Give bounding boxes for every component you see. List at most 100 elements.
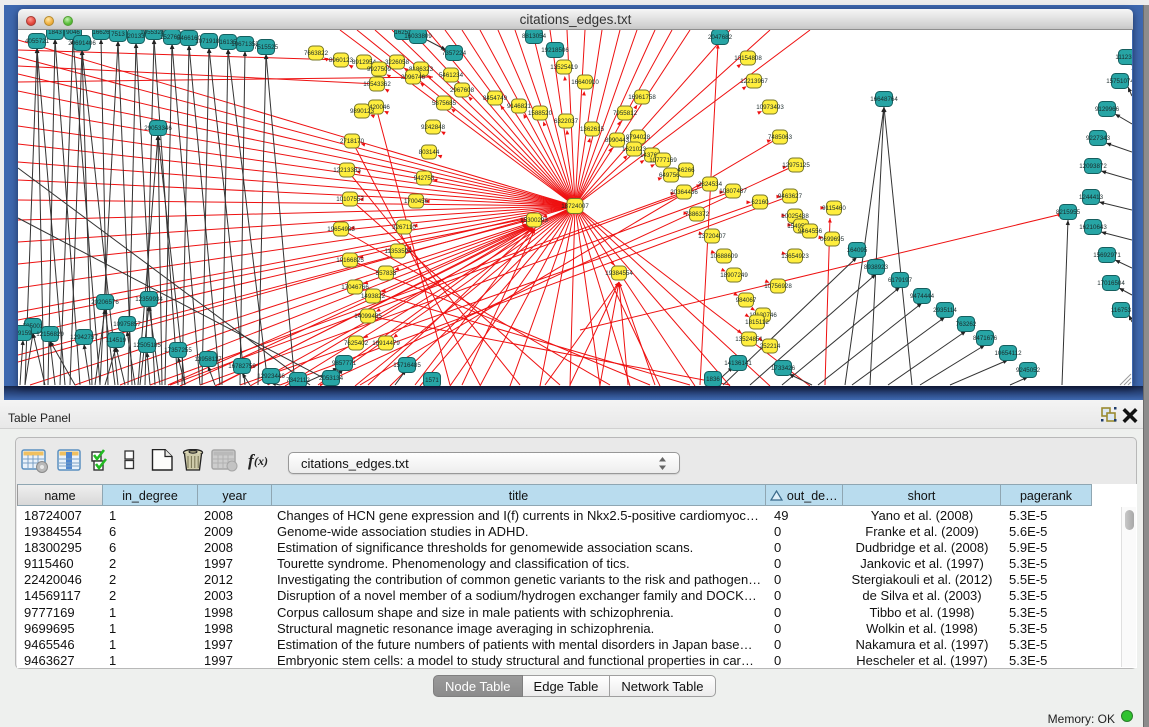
svg-text:16914479: 16914479: [372, 340, 400, 347]
svg-text:16210643: 16210643: [1079, 224, 1107, 231]
svg-text:19166825: 19166825: [336, 257, 364, 264]
svg-text:8960123: 8960123: [329, 57, 354, 64]
svg-text:9146821: 9146821: [507, 103, 532, 110]
svg-text:19384554: 19384554: [605, 270, 633, 277]
svg-text:12923446: 12923446: [257, 373, 285, 380]
svg-text:942753: 942753: [414, 175, 435, 182]
svg-text:2718170: 2718170: [340, 138, 365, 145]
svg-text:13524851: 13524851: [735, 336, 763, 343]
svg-text:252214: 252214: [760, 343, 781, 350]
svg-text:13525419: 13525419: [550, 64, 578, 71]
svg-text:20206576: 20206576: [91, 299, 119, 306]
svg-text:10688609: 10688609: [710, 253, 738, 260]
svg-text:15716485: 15716485: [393, 362, 421, 369]
svg-text:62160: 62160: [751, 199, 769, 206]
svg-text:9474444: 9474444: [910, 293, 935, 300]
svg-text:164095: 164095: [847, 247, 868, 254]
svg-text:9794028: 9794028: [626, 134, 651, 141]
svg-text:12975125: 12975125: [782, 162, 810, 169]
svg-text:7386372: 7386372: [685, 211, 710, 218]
svg-text:1843: 1843: [48, 30, 62, 36]
svg-text:1493822: 1493822: [361, 293, 386, 300]
svg-text:17016504: 17016504: [1097, 280, 1125, 287]
svg-text:12093872: 12093872: [1079, 163, 1107, 170]
svg-text:10756928: 10756928: [764, 283, 792, 290]
svg-text:10807487: 10807487: [719, 188, 747, 195]
svg-text:2935114: 2935114: [933, 307, 957, 314]
svg-text:7955812: 7955812: [613, 110, 638, 117]
svg-text:9115460: 9115460: [822, 205, 846, 212]
svg-text:12942757: 12942757: [70, 334, 98, 341]
svg-text:1588520: 1588520: [528, 110, 553, 117]
svg-text:8454749: 8454749: [483, 95, 508, 102]
svg-text:4055721: 4055721: [25, 38, 50, 45]
svg-text:9463627: 9463627: [778, 193, 803, 200]
svg-text:13720407: 13720407: [698, 233, 726, 240]
svg-text:2967608: 2967608: [450, 87, 475, 94]
svg-text:19654983: 19654983: [327, 226, 355, 233]
svg-text:15300293: 15300293: [520, 217, 548, 224]
svg-text:7515525: 7515525: [254, 44, 279, 51]
svg-text:3824534: 3824534: [698, 181, 723, 188]
svg-text:7663822: 7663822: [304, 50, 329, 57]
svg-text:1112334: 1112334: [1115, 54, 1132, 61]
svg-text:39159: 39159: [18, 330, 32, 337]
svg-text:2096746: 2096746: [401, 74, 426, 81]
svg-text:2053134: 2053134: [319, 375, 344, 382]
svg-text:7625402: 7625402: [344, 340, 369, 347]
svg-text:16782759: 16782759: [228, 363, 256, 370]
svg-text:19218506: 19218506: [541, 47, 569, 54]
svg-text:17046766: 17046766: [341, 284, 369, 291]
svg-text:46266: 46266: [677, 167, 695, 174]
svg-text:8938923: 8938923: [864, 264, 889, 271]
svg-text:29053346: 29053346: [144, 125, 172, 132]
svg-text:0699695: 0699695: [820, 236, 845, 243]
svg-text:10973493: 10973493: [756, 104, 784, 111]
svg-text:6179197: 6179197: [888, 277, 913, 284]
svg-text:5875685: 5875685: [432, 100, 457, 107]
svg-text:18724007: 18724007: [561, 203, 589, 210]
svg-text:15751074: 15751074: [1106, 78, 1132, 85]
svg-text:5461234: 5461234: [439, 72, 464, 79]
svg-text:9890123: 9890123: [350, 108, 375, 115]
svg-text:1700456: 1700456: [404, 198, 429, 205]
svg-text:11353594: 11353594: [384, 248, 412, 255]
svg-text:116753: 116753: [1111, 307, 1132, 314]
svg-text:10107557: 10107557: [336, 196, 364, 203]
svg-text:7342112: 7342112: [286, 377, 310, 384]
svg-text:10654112: 10654112: [994, 350, 1022, 357]
svg-text:9927509: 9927509: [367, 66, 392, 73]
svg-text:114519: 114519: [106, 337, 127, 344]
svg-text:3226058: 3226058: [385, 59, 410, 66]
svg-text:1362615: 1362615: [580, 126, 605, 133]
svg-text:12213383: 12213383: [333, 167, 361, 174]
svg-text:2047682: 2047682: [708, 34, 733, 41]
svg-text:16626: 16626: [92, 30, 110, 36]
svg-text:15692971: 15692971: [1093, 252, 1121, 259]
svg-text:10543362: 10543362: [363, 81, 391, 88]
svg-text:1836: 1836: [706, 376, 720, 383]
svg-text:1244413: 1244413: [1079, 194, 1104, 201]
svg-text:7513: 7513: [111, 31, 125, 38]
svg-text:9464556: 9464556: [798, 228, 823, 235]
svg-text:1571: 1571: [425, 377, 439, 384]
svg-text:3267110: 3267110: [392, 224, 416, 231]
svg-text:12359934: 12359934: [135, 296, 163, 303]
svg-text:(x): (x): [254, 454, 268, 468]
svg-text:6322037: 6322037: [554, 118, 579, 125]
svg-text:12213967: 12213967: [740, 78, 768, 85]
svg-text:1815112: 1815112: [745, 319, 769, 326]
svg-text:18907249: 18907249: [720, 272, 748, 279]
svg-text:10777169: 10777169: [649, 157, 677, 164]
svg-text:16033809: 16033809: [404, 33, 432, 40]
svg-text:9245052: 9245052: [1016, 367, 1041, 374]
svg-text:16961758: 16961758: [628, 94, 656, 101]
svg-text:9227343: 9227343: [1086, 135, 1111, 142]
svg-text:12156829: 12156829: [36, 331, 64, 338]
svg-text:17357255: 17357255: [164, 347, 192, 354]
svg-text:557833: 557833: [376, 270, 397, 277]
svg-text:7357224: 7357224: [442, 50, 467, 57]
svg-text:16648764: 16648764: [870, 96, 898, 103]
svg-text:9129966: 9129966: [1095, 106, 1120, 113]
svg-text:13958117: 13958117: [194, 356, 222, 363]
